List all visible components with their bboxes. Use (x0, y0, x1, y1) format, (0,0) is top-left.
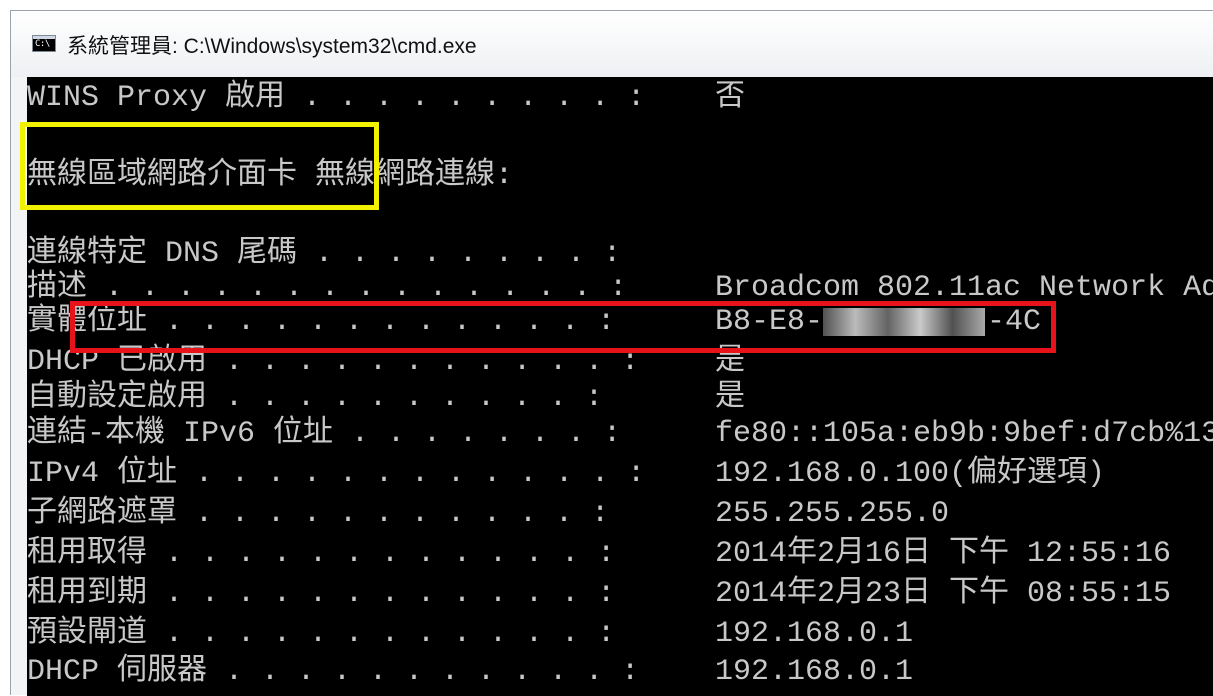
console-line-dhcp-enabled: DHCP 已啟用 . . . . . . . . . . . : 是 (27, 345, 745, 379)
line-value: Broadcom 802.11ac Network Ada (715, 271, 1213, 305)
line-label: DHCP 已啟用 . . . . . . . . . . . : (27, 345, 640, 379)
line-value: 是 (715, 381, 745, 415)
line-value: 192.168.0.1 (715, 655, 914, 689)
line-label: 實體位址 . . . . . . . . . . . . : (27, 305, 616, 339)
line-value-prefix: B8-E8- (715, 305, 824, 339)
console-line-lease-expires: 租用到期 . . . . . . . . . . . . : 2014年2月23… (27, 577, 1171, 611)
line-label: 子網路遮罩 . . . . . . . . . . . : (27, 497, 610, 531)
redacted-block (823, 308, 985, 336)
line-value: 255.255.255.0 (715, 497, 950, 531)
line-label: DHCP 伺服器 . . . . . . . . . . . : (27, 655, 640, 689)
line-value: 192.168.0.100(偏好選項) (715, 457, 1106, 491)
line-value: 2014年2月16日 下午 12:55:16 (715, 537, 1172, 571)
console-line-dhcp-server: DHCP 伺服器 . . . . . . . . . . . : 192.168… (27, 655, 913, 689)
cmd-window: C:\ 系統管理員: C:\Windows\system32\cmd.exe W… (10, 10, 1213, 696)
line-label: IPv4 位址 . . . . . . . . . . . . : (27, 457, 646, 491)
console-line-description: 描述 . . . . . . . . . . . . . . : Broadco… (27, 271, 1213, 305)
line-value: 2014年2月23日 下午 08:55:15 (715, 577, 1172, 611)
console-line-autoconfig: 自動設定啟用 . . . . . . . . . . : 是 (27, 381, 745, 415)
console-line-ipv4: IPv4 位址 . . . . . . . . . . . . : 192.16… (27, 457, 1105, 491)
line-label: 租用到期 . . . . . . . . . . . . : (27, 577, 616, 611)
line-value: fe80::105a:eb9b:9bef:d7cb%13 (715, 417, 1213, 451)
console-icon-text: C:\ (35, 39, 50, 49)
console-line-subnet-mask: 子網路遮罩 . . . . . . . . . . . : 255.255.25… (27, 497, 949, 531)
line-value: 否 (715, 81, 745, 115)
console-line-wins-proxy: WINS Proxy 啟用 . . . . . . . . . : 否 (27, 81, 745, 115)
line-value-suffix: -4C (987, 305, 1042, 339)
console-output[interactable]: WINS Proxy 啟用 . . . . . . . . . : 否 無線區域… (27, 77, 1213, 696)
line-label: 連線特定 DNS 尾碼 . . . . . . . . : (27, 237, 622, 271)
line-label: 租用取得 . . . . . . . . . . . . : (27, 537, 616, 571)
line-label: 預設閘道 . . . . . . . . . . . . : (27, 617, 616, 651)
console-line-lease-obtained: 租用取得 . . . . . . . . . . . . : 2014年2月16… (27, 537, 1171, 571)
line-label: 描述 . . . . . . . . . . . . . . : (27, 271, 628, 305)
line-label: 自動設定啟用 . . . . . . . . . . : (27, 381, 604, 415)
line-value: 192.168.0.1 (715, 617, 914, 651)
line-value: 是 (715, 345, 745, 379)
console-line-ipv6: 連結-本機 IPv6 位址 . . . . . . . : fe80::105a… (27, 417, 1213, 451)
console-line-dns-suffix: 連線特定 DNS 尾碼 . . . . . . . . : (27, 237, 621, 271)
console-line-default-gateway: 預設閘道 . . . . . . . . . . . . : 192.168.0… (27, 617, 913, 651)
console-line-physical-address: 實體位址 . . . . . . . . . . . . : B8-E8- -4… (27, 305, 1041, 339)
adapter-header: 無線區域網路介面卡 無線網路連線: (27, 159, 514, 193)
window-title: 系統管理員: C:\Windows\system32\cmd.exe (67, 35, 477, 58)
console-icon[interactable]: C:\ (32, 35, 56, 52)
line-label: 連結-本機 IPv6 位址 . . . . . . . : (27, 417, 622, 451)
title-bar[interactable]: C:\ 系統管理員: C:\Windows\system32\cmd.exe (11, 11, 1213, 77)
line-label: WINS Proxy 啟用 . . . . . . . . . : (27, 81, 646, 115)
